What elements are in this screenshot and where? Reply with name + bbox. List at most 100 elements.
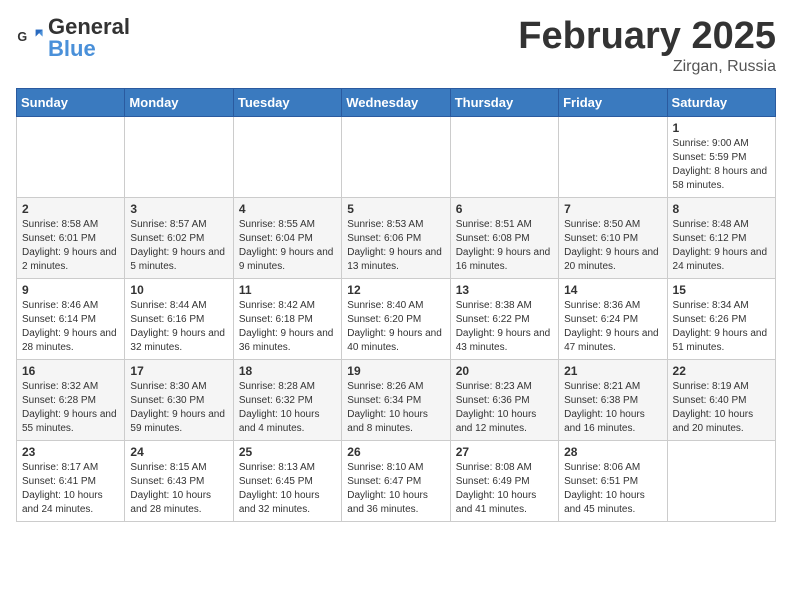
day-info: Sunrise: 8:58 AM Sunset: 6:01 PM Dayligh… — [22, 218, 119, 274]
calendar-week-row: 1 Sunrise: 9:00 AM Sunset: 5:59 PM Daylig… — [17, 116, 776, 197]
day-info: Sunrise: 9:00 AM Sunset: 5:59 PM Dayligh… — [673, 137, 770, 193]
day-info: Sunrise: 8:30 AM Sunset: 6:30 PM Dayligh… — [130, 380, 227, 436]
day-info: Sunrise: 8:46 AM Sunset: 6:14 PM Dayligh… — [22, 299, 119, 355]
day-info: Sunrise: 8:53 AM Sunset: 6:06 PM Dayligh… — [347, 218, 444, 274]
day-info: Sunrise: 8:42 AM Sunset: 6:18 PM Dayligh… — [239, 299, 336, 355]
day-info: Sunrise: 8:44 AM Sunset: 6:16 PM Dayligh… — [130, 299, 227, 355]
month-title: February 2025 — [518, 16, 776, 58]
calendar-cell — [125, 116, 233, 197]
page-header: G GeneralBlue February 2025 Zirgan, Russ… — [16, 16, 776, 76]
day-info: Sunrise: 8:38 AM Sunset: 6:22 PM Dayligh… — [456, 299, 553, 355]
calendar-cell — [342, 116, 450, 197]
day-info: Sunrise: 8:15 AM Sunset: 6:43 PM Dayligh… — [130, 461, 227, 517]
day-number: 20 — [456, 364, 553, 378]
weekday-header: Monday — [125, 88, 233, 116]
calendar-cell: 28 Sunrise: 8:06 AM Sunset: 6:51 PM Dayli… — [559, 440, 667, 521]
calendar-cell — [559, 116, 667, 197]
day-info: Sunrise: 8:48 AM Sunset: 6:12 PM Dayligh… — [673, 218, 770, 274]
svg-text:G: G — [17, 30, 27, 44]
calendar-cell: 10 Sunrise: 8:44 AM Sunset: 6:16 PM Dayli… — [125, 278, 233, 359]
day-number: 28 — [564, 445, 661, 459]
weekday-header: Saturday — [667, 88, 775, 116]
calendar-cell: 7Sunrise: 8:50 AM Sunset: 6:10 PM Daylig… — [559, 197, 667, 278]
calendar-cell: 20 Sunrise: 8:23 AM Sunset: 6:36 PM Dayli… — [450, 359, 558, 440]
calendar-cell — [233, 116, 341, 197]
day-info: Sunrise: 8:50 AM Sunset: 6:10 PM Dayligh… — [564, 218, 661, 274]
day-number: 24 — [130, 445, 227, 459]
calendar-header-row: SundayMondayTuesdayWednesdayThursdayFrid… — [17, 88, 776, 116]
day-number: 9 — [22, 283, 119, 297]
day-info: Sunrise: 8:32 AM Sunset: 6:28 PM Dayligh… — [22, 380, 119, 436]
calendar-cell: 23 Sunrise: 8:17 AM Sunset: 6:41 PM Dayli… — [17, 440, 125, 521]
calendar-cell: 11 Sunrise: 8:42 AM Sunset: 6:18 PM Dayli… — [233, 278, 341, 359]
weekday-header: Tuesday — [233, 88, 341, 116]
calendar-cell — [667, 440, 775, 521]
day-info: Sunrise: 8:36 AM Sunset: 6:24 PM Dayligh… — [564, 299, 661, 355]
day-info: Sunrise: 8:06 AM Sunset: 6:51 PM Dayligh… — [564, 461, 661, 517]
calendar-cell: 1 Sunrise: 9:00 AM Sunset: 5:59 PM Daylig… — [667, 116, 775, 197]
day-info: Sunrise: 8:19 AM Sunset: 6:40 PM Dayligh… — [673, 380, 770, 436]
day-number: 8 — [673, 202, 770, 216]
day-info: Sunrise: 8:26 AM Sunset: 6:34 PM Dayligh… — [347, 380, 444, 436]
day-number: 2 — [22, 202, 119, 216]
day-number: 5 — [347, 202, 444, 216]
day-info: Sunrise: 8:21 AM Sunset: 6:38 PM Dayligh… — [564, 380, 661, 436]
day-number: 16 — [22, 364, 119, 378]
day-number: 15 — [673, 283, 770, 297]
calendar-week-row: 9 Sunrise: 8:46 AM Sunset: 6:14 PM Daylig… — [17, 278, 776, 359]
calendar-cell: 24 Sunrise: 8:15 AM Sunset: 6:43 PM Dayli… — [125, 440, 233, 521]
day-number: 10 — [130, 283, 227, 297]
calendar-week-row: 23 Sunrise: 8:17 AM Sunset: 6:41 PM Dayli… — [17, 440, 776, 521]
calendar-cell: 4Sunrise: 8:55 AM Sunset: 6:04 PM Daylig… — [233, 197, 341, 278]
day-info: Sunrise: 8:17 AM Sunset: 6:41 PM Dayligh… — [22, 461, 119, 517]
day-number: 18 — [239, 364, 336, 378]
weekday-header: Thursday — [450, 88, 558, 116]
calendar-cell: 27Sunrise: 8:08 AM Sunset: 6:49 PM Dayli… — [450, 440, 558, 521]
calendar-cell — [17, 116, 125, 197]
day-info: Sunrise: 8:23 AM Sunset: 6:36 PM Dayligh… — [456, 380, 553, 436]
calendar-cell: 26 Sunrise: 8:10 AM Sunset: 6:47 PM Dayli… — [342, 440, 450, 521]
calendar-cell: 15 Sunrise: 8:34 AM Sunset: 6:26 PM Dayli… — [667, 278, 775, 359]
calendar-cell: 9 Sunrise: 8:46 AM Sunset: 6:14 PM Daylig… — [17, 278, 125, 359]
weekday-header: Sunday — [17, 88, 125, 116]
calendar-table: SundayMondayTuesdayWednesdayThursdayFrid… — [16, 88, 776, 522]
day-number: 13 — [456, 283, 553, 297]
day-number: 4 — [239, 202, 336, 216]
calendar-cell: 13 Sunrise: 8:38 AM Sunset: 6:22 PM Dayli… — [450, 278, 558, 359]
calendar-cell: 17Sunrise: 8:30 AM Sunset: 6:30 PM Dayli… — [125, 359, 233, 440]
calendar-cell: 12Sunrise: 8:40 AM Sunset: 6:20 PM Dayli… — [342, 278, 450, 359]
logo-icon: G — [16, 24, 44, 52]
calendar-cell: 2 Sunrise: 8:58 AM Sunset: 6:01 PM Daylig… — [17, 197, 125, 278]
day-number: 12 — [347, 283, 444, 297]
day-info: Sunrise: 8:28 AM Sunset: 6:32 PM Dayligh… — [239, 380, 336, 436]
day-info: Sunrise: 8:51 AM Sunset: 6:08 PM Dayligh… — [456, 218, 553, 274]
calendar-cell: 16 Sunrise: 8:32 AM Sunset: 6:28 PM Dayli… — [17, 359, 125, 440]
day-number: 21 — [564, 364, 661, 378]
day-info: Sunrise: 8:08 AM Sunset: 6:49 PM Dayligh… — [456, 461, 553, 517]
calendar-cell: 18 Sunrise: 8:28 AM Sunset: 6:32 PM Dayli… — [233, 359, 341, 440]
calendar-week-row: 16 Sunrise: 8:32 AM Sunset: 6:28 PM Dayli… — [17, 359, 776, 440]
day-info: Sunrise: 8:13 AM Sunset: 6:45 PM Dayligh… — [239, 461, 336, 517]
logo: G GeneralBlue — [16, 16, 130, 60]
weekday-header: Wednesday — [342, 88, 450, 116]
calendar-cell: 3Sunrise: 8:57 AM Sunset: 6:02 PM Daylig… — [125, 197, 233, 278]
day-number: 25 — [239, 445, 336, 459]
day-number: 26 — [347, 445, 444, 459]
day-number: 1 — [673, 121, 770, 135]
calendar-week-row: 2 Sunrise: 8:58 AM Sunset: 6:01 PM Daylig… — [17, 197, 776, 278]
day-info: Sunrise: 8:34 AM Sunset: 6:26 PM Dayligh… — [673, 299, 770, 355]
logo-blue-text: Blue — [48, 36, 96, 61]
calendar-cell: 8 Sunrise: 8:48 AM Sunset: 6:12 PM Daylig… — [667, 197, 775, 278]
day-number: 23 — [22, 445, 119, 459]
calendar-cell: 14 Sunrise: 8:36 AM Sunset: 6:24 PM Dayli… — [559, 278, 667, 359]
location: Zirgan, Russia — [518, 58, 776, 76]
weekday-header: Friday — [559, 88, 667, 116]
day-number: 11 — [239, 283, 336, 297]
calendar-cell — [450, 116, 558, 197]
day-number: 14 — [564, 283, 661, 297]
day-number: 3 — [130, 202, 227, 216]
day-number: 22 — [673, 364, 770, 378]
day-info: Sunrise: 8:10 AM Sunset: 6:47 PM Dayligh… — [347, 461, 444, 517]
calendar-cell: 21 Sunrise: 8:21 AM Sunset: 6:38 PM Dayli… — [559, 359, 667, 440]
day-number: 19 — [347, 364, 444, 378]
